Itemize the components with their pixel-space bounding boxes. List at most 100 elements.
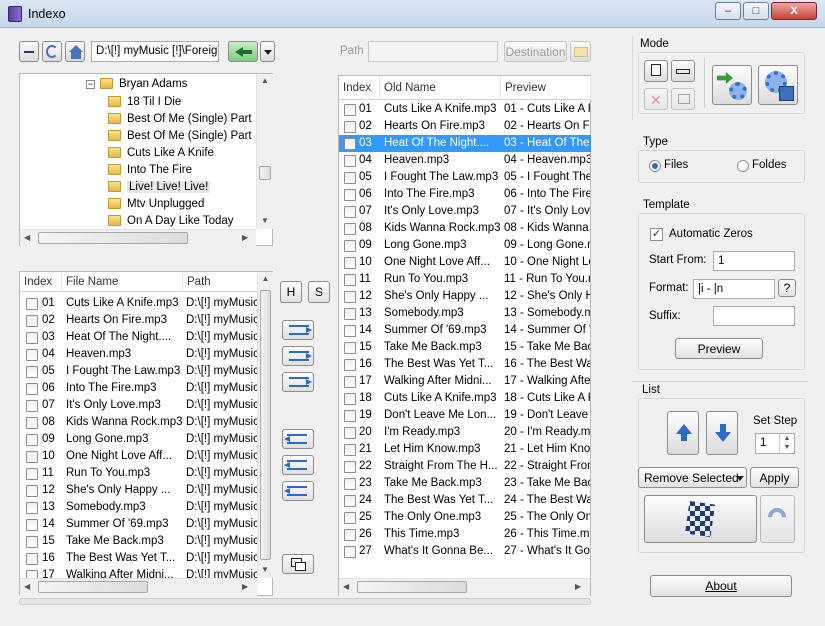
tree-item[interactable]: Mtv Unplugged xyxy=(108,196,260,213)
row-checkbox[interactable] xyxy=(26,485,38,497)
row-checkbox[interactable] xyxy=(344,478,356,490)
step-input[interactable]: 1 ▲ ▼ xyxy=(755,433,795,454)
row-checkbox[interactable] xyxy=(26,315,38,327)
table-row[interactable]: 15 Take Me Back.mp3 15 - Take Me Back xyxy=(339,339,591,356)
about-button[interactable]: About xyxy=(650,575,792,597)
row-checkbox[interactable] xyxy=(344,206,356,218)
col-index[interactable]: Index xyxy=(20,272,62,292)
browse-folder-button[interactable] xyxy=(570,41,591,62)
folders-radio[interactable] xyxy=(737,160,749,172)
h-button[interactable]: H xyxy=(280,281,302,303)
table-row[interactable]: 22 Straight From The H... 22 - Straight Fr… xyxy=(339,458,591,475)
table-row[interactable]: 15 Take Me Back.mp3 D:\[!] myMusic xyxy=(20,533,258,550)
table-row[interactable]: 02 Hearts On Fire.mp3 02 - Hearts On Fir xyxy=(339,118,591,135)
row-checkbox[interactable] xyxy=(344,427,356,439)
table-row[interactable]: 10 One Night Love Aff... 10 - One Night Lo… xyxy=(339,254,591,271)
table-row[interactable]: 13 Somebody.mp3 13 - Somebody.mp xyxy=(339,305,591,322)
move-right-button[interactable] xyxy=(282,372,314,392)
row-checkbox[interactable] xyxy=(26,349,38,361)
move-up-button[interactable] xyxy=(667,411,699,455)
row-checkbox[interactable] xyxy=(26,332,38,344)
start-from-input[interactable]: 1 xyxy=(713,251,795,271)
tree-item[interactable]: Into The Fire xyxy=(108,162,260,179)
tree-root[interactable]: Bryan Adams xyxy=(100,76,187,93)
table-row[interactable]: 24 The Best Was Yet T... 24 - The Best Was xyxy=(339,492,591,509)
table-row[interactable]: 05 I Fought The Law.mp3 05 - I Fought The xyxy=(339,169,591,186)
window-toggle-button[interactable] xyxy=(282,554,314,574)
file-list[interactable]: Index File Name Path 01 Cuts Like A Knife… xyxy=(19,271,273,596)
tree-item[interactable]: Best Of Me (Single) Part xyxy=(108,111,260,128)
table-row[interactable]: 26 This Time.mp3 26 - This Time.mp xyxy=(339,526,591,543)
row-checkbox[interactable] xyxy=(344,104,356,116)
col-index[interactable]: Index xyxy=(339,76,380,100)
automatic-zeros-checkbox[interactable]: ✓ xyxy=(650,228,663,241)
home-button[interactable] xyxy=(65,41,85,62)
row-checkbox[interactable] xyxy=(344,359,356,371)
move-selected-left-button[interactable] xyxy=(282,455,314,475)
preview-button[interactable]: Preview xyxy=(675,338,763,359)
table-row[interactable]: 14 Summer Of '69.mp3 14 - Summer Of '6 xyxy=(339,322,591,339)
table-row[interactable]: 02 Hearts On Fire.mp3 D:\[!] myMusic xyxy=(20,312,258,329)
table-row[interactable]: 11 Run To You.mp3 D:\[!] myMusic xyxy=(20,465,258,482)
tree-vertical-scrollbar[interactable]: ▲ ▼ xyxy=(256,74,273,229)
row-checkbox[interactable] xyxy=(26,366,38,378)
tree-expander[interactable]: − xyxy=(86,80,95,89)
link-mode-button[interactable] xyxy=(671,88,695,110)
table-row[interactable]: 03 Heat Of The Night.... D:\[!] myMusic xyxy=(20,329,258,346)
preview-list[interactable]: Index Old Name Preview 01 Cuts Like A Kni… xyxy=(338,75,591,596)
table-row[interactable]: 17 Walking After Midni... 17 - Walking Aft… xyxy=(339,373,591,390)
row-checkbox[interactable] xyxy=(344,223,356,235)
table-row[interactable]: 06 Into The Fire.mp3 06 - Into The Fire xyxy=(339,186,591,203)
table-row[interactable]: 07 It's Only Love.mp3 07 - It's Only Lov xyxy=(339,203,591,220)
row-checkbox[interactable] xyxy=(344,376,356,388)
table-row[interactable]: 03 Heat Of The Night.... 03 - Heat Of The … xyxy=(339,135,591,152)
go-button[interactable] xyxy=(228,41,258,62)
row-checkbox[interactable] xyxy=(344,410,356,422)
process-button[interactable] xyxy=(712,65,752,105)
table-row[interactable]: 12 She's Only Happy ... D:\[!] myMusic xyxy=(20,482,258,499)
table-row[interactable]: 04 Heaven.mp3 04 - Heaven.mp3 xyxy=(339,152,591,169)
move-down-button[interactable] xyxy=(706,411,738,455)
move-selected-right-button[interactable] xyxy=(282,346,314,366)
row-checkbox[interactable] xyxy=(344,546,356,558)
destination-button[interactable]: Destination xyxy=(504,41,567,62)
move-mode-button[interactable] xyxy=(671,60,695,82)
row-checkbox[interactable] xyxy=(344,291,356,303)
tree-horizontal-scrollbar[interactable]: ◀ ▶ xyxy=(20,229,256,246)
delete-mode-button[interactable]: ✕ xyxy=(644,88,668,110)
copy-mode-button[interactable] xyxy=(644,60,668,82)
row-checkbox[interactable] xyxy=(344,325,356,337)
table-row[interactable]: 06 Into The Fire.mp3 D:\[!] myMusic xyxy=(20,380,258,397)
col-old-name[interactable]: Old Name xyxy=(380,76,501,100)
refresh-button[interactable] xyxy=(42,41,62,62)
table-row[interactable]: 09 Long Gone.mp3 09 - Long Gone.m xyxy=(339,237,591,254)
table-row[interactable]: 01 Cuts Like A Knife.mp3 D:\[!] myMusic xyxy=(20,295,258,312)
col-file-name[interactable]: File Name xyxy=(62,272,183,292)
tree-item[interactable]: Live! Live! Live! xyxy=(108,179,260,196)
table-row[interactable]: 16 The Best Was Yet T... 16 - The Best Was xyxy=(339,356,591,373)
move-all-right-button[interactable] xyxy=(282,320,314,340)
maximize-button[interactable]: □ xyxy=(743,2,769,20)
table-row[interactable]: 09 Long Gone.mp3 D:\[!] myMusic xyxy=(20,431,258,448)
row-checkbox[interactable] xyxy=(26,502,38,514)
table-row[interactable]: 19 Don't Leave Me Lon... 19 - Don't Leave … xyxy=(339,407,591,424)
table-row[interactable]: 14 Summer Of '69.mp3 D:\[!] myMusic xyxy=(20,516,258,533)
step-spinner[interactable]: ▲ ▼ xyxy=(779,434,794,453)
files-radio[interactable] xyxy=(649,160,661,172)
row-checkbox[interactable] xyxy=(344,495,356,507)
col-preview[interactable]: Preview xyxy=(501,76,591,100)
row-checkbox[interactable] xyxy=(344,529,356,541)
table-row[interactable]: 11 Run To You.mp3 11 - Run To You.m xyxy=(339,271,591,288)
row-checkbox[interactable] xyxy=(344,461,356,473)
tree-item[interactable]: 18 Til I Die xyxy=(108,94,260,111)
row-checkbox[interactable] xyxy=(344,393,356,405)
minimize-button[interactable]: – xyxy=(715,2,741,20)
row-checkbox[interactable] xyxy=(26,400,38,412)
row-checkbox[interactable] xyxy=(26,451,38,463)
format-input[interactable]: |i - |n xyxy=(693,279,775,299)
tree-item[interactable]: Cuts Like A Knife xyxy=(108,145,260,162)
row-checkbox[interactable] xyxy=(344,172,356,184)
current-path-input[interactable]: D:\[!] myMusic [!]\Foreig xyxy=(91,41,219,62)
row-checkbox[interactable] xyxy=(26,298,38,310)
row-checkbox[interactable] xyxy=(26,383,38,395)
